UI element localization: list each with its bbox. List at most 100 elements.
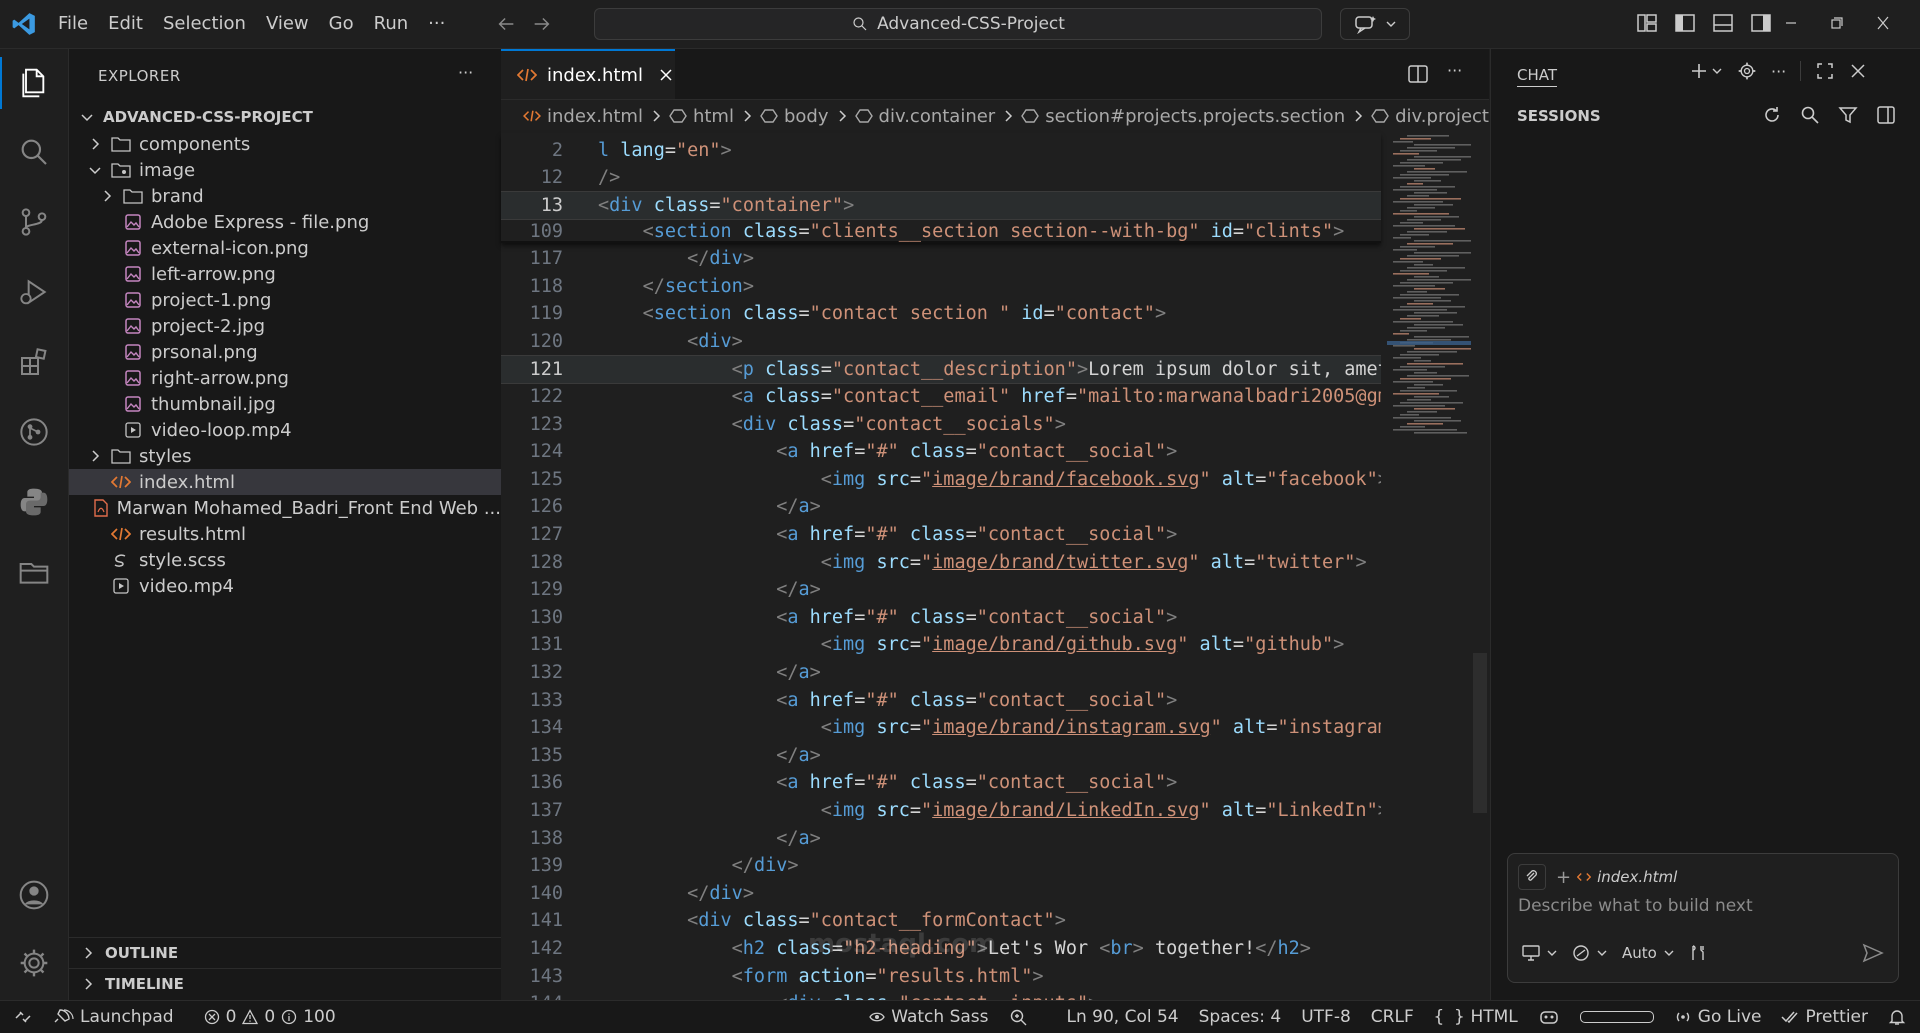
tree-item[interactable]: index.html	[69, 469, 501, 495]
breadcrumb-item[interactable]: body	[760, 106, 849, 127]
toggle-secondary-sidebar-icon[interactable]	[1750, 12, 1772, 34]
code-line[interactable]: 138 </a>	[501, 825, 1381, 852]
customize-layout-icon[interactable]	[1636, 12, 1658, 34]
send-icon[interactable]	[1862, 942, 1884, 964]
tree-item[interactable]: right-arrow.png	[69, 365, 501, 391]
code-line[interactable]: 132 </a>	[501, 659, 1381, 686]
timeline-section[interactable]: TIMELINE	[69, 968, 501, 999]
code-line[interactable]: 131 <img src="image/brand/github.svg" al…	[501, 631, 1381, 658]
tree-item[interactable]: brand	[69, 183, 501, 209]
tree-item[interactable]: Marwan Mohamed_Badri_Front End Web ...	[69, 495, 501, 521]
tab-index-html[interactable]: index.html	[501, 49, 675, 99]
project-manager-icon[interactable]	[0, 544, 68, 600]
restore-icon[interactable]	[1830, 12, 1844, 34]
notifications-item[interactable]	[1878, 1001, 1920, 1033]
tree-item[interactable]: left-arrow.png	[69, 261, 501, 287]
extensions-icon[interactable]	[0, 334, 68, 390]
tree-item[interactable]: styles	[69, 443, 501, 469]
tree-item[interactable]: thumbnail.jpg	[69, 391, 501, 417]
code-line[interactable]: 140 </div>	[501, 880, 1381, 907]
split-editor-icon[interactable]	[1407, 63, 1429, 85]
tree-item[interactable]: components	[69, 131, 501, 157]
tree-item[interactable]: external-icon.png	[69, 235, 501, 261]
remote-indicator[interactable]	[0, 1001, 42, 1033]
chat-title[interactable]: CHAT	[1517, 66, 1558, 87]
code-view[interactable]: 117 </div> 118 </section> 119 <section cla…	[501, 133, 1381, 1000]
tree-item[interactable]: Adobe Express - file.png	[69, 209, 501, 235]
prettier-item[interactable]: Prettier	[1771, 1001, 1878, 1033]
code-line[interactable]: 13 <div class="container">	[501, 191, 1381, 220]
launchpad-item[interactable]: Launchpad	[42, 1001, 184, 1033]
language-mode[interactable]: { } HTML	[1424, 1001, 1528, 1033]
problems-item[interactable]: 0 0 100	[194, 1001, 346, 1033]
menu-go[interactable]: Go	[319, 0, 364, 48]
tree-item[interactable]: project-1.png	[69, 287, 501, 313]
go-live-item[interactable]: Go Live	[1664, 1001, 1772, 1033]
tree-item[interactable]: results.html	[69, 521, 501, 547]
toggle-panel-icon[interactable]	[1712, 12, 1734, 34]
toggle-primary-sidebar-icon[interactable]	[1674, 12, 1696, 34]
code-line[interactable]: 141 <div class="contact__formContact">	[501, 907, 1381, 934]
chat-prompt-placeholder[interactable]: Describe what to build next	[1518, 896, 1753, 916]
settings-gear-icon[interactable]	[0, 935, 68, 991]
copilot-button[interactable]	[1340, 8, 1410, 40]
code-line[interactable]: 120 <div>	[501, 328, 1381, 355]
refresh-icon[interactable]	[1762, 105, 1782, 125]
vertical-scrollbar[interactable]	[1471, 133, 1489, 1000]
breadcrumb-item[interactable]: div.container	[854, 106, 1016, 127]
code-line[interactable]: 133 <a href="#" class="contact__social">	[501, 687, 1381, 714]
zoom-item[interactable]	[999, 1001, 1037, 1033]
editor-more-button[interactable]: ···	[1447, 61, 1462, 80]
code-line[interactable]: 123 <div class="contact__socials">	[501, 411, 1381, 438]
code-line[interactable]: 118 </section>	[501, 273, 1381, 300]
breadcrumb-item[interactable]: section#projects.projects.section	[1021, 106, 1365, 127]
source-control-icon[interactable]	[0, 194, 68, 250]
code-line[interactable]: 139 </div>	[501, 852, 1381, 879]
copilot-status[interactable]	[1528, 1001, 1570, 1033]
python-icon[interactable]	[0, 474, 68, 530]
menu-edit[interactable]: Edit	[98, 0, 153, 48]
maximize-icon[interactable]	[1815, 61, 1835, 81]
tree-item[interactable]: image	[69, 157, 501, 183]
accounts-icon[interactable]	[0, 867, 68, 923]
indentation[interactable]: Spaces: 4	[1189, 1001, 1292, 1033]
tree-item[interactable]: video-loop.mp4	[69, 417, 501, 443]
watch-sass-item[interactable]: Watch Sass	[859, 1001, 998, 1033]
context-file-chip[interactable]: + index.html	[1556, 867, 1677, 888]
menu-selection[interactable]: Selection	[153, 0, 256, 48]
cursor-position[interactable]: Ln 90, Col 54	[1057, 1001, 1189, 1033]
menu-run[interactable]: Run	[364, 0, 419, 48]
menu-file[interactable]: File	[48, 0, 98, 48]
tree-item[interactable]: project-2.jpg	[69, 313, 501, 339]
chevron-down-icon[interactable]	[1711, 65, 1723, 77]
code-line[interactable]: 125 <img src="image/brand/facebook.svg" …	[501, 466, 1381, 493]
chat-more-button[interactable]: ···	[1771, 62, 1786, 81]
minimize-icon[interactable]	[1784, 12, 1798, 34]
command-center-search[interactable]: Advanced-CSS-Project	[594, 8, 1322, 40]
back-arrow-icon[interactable]	[495, 13, 517, 35]
code-line[interactable]: 117 </div>	[501, 245, 1381, 272]
code-line[interactable]: 109 <section class="clients__section sec…	[501, 218, 1381, 245]
model-picker[interactable]: Auto	[1622, 944, 1675, 962]
new-chat-icon[interactable]	[1689, 61, 1709, 81]
code-line[interactable]: 2 l lang="en">	[501, 137, 1381, 164]
tree-item[interactable]: style.scss	[69, 547, 501, 573]
close-tab-icon[interactable]	[659, 68, 673, 82]
chat-settings-gear-icon[interactable]	[1737, 61, 1757, 81]
tree-item[interactable]: prsonal.png	[69, 339, 501, 365]
toggle-sessions-sidebar-icon[interactable]	[1876, 105, 1896, 125]
chat-input-box[interactable]: + index.html Describe what to build next…	[1507, 853, 1899, 983]
code-line[interactable]: 128 <img src="image/brand/twitter.svg" a…	[501, 549, 1381, 576]
explorer-icon[interactable]	[0, 55, 68, 111]
menu-view[interactable]: View	[256, 0, 319, 48]
code-line[interactable]: 143 <form action="results.html">	[501, 963, 1381, 990]
code-line[interactable]: 12 />	[501, 164, 1381, 191]
tree-item[interactable]: video.mp4	[69, 573, 501, 599]
code-line[interactable]: 135 </a>	[501, 742, 1381, 769]
search-sessions-icon[interactable]	[1800, 105, 1820, 125]
code-line[interactable]: 134 <img src="image/brand/instagram.svg"…	[501, 714, 1381, 741]
close-window-icon[interactable]	[1876, 12, 1890, 34]
code-line[interactable]: 121 <p class="contact__description">Lore…	[501, 355, 1381, 385]
breadcrumb-item[interactable]: html	[669, 106, 754, 127]
code-line[interactable]: 127 <a href="#" class="contact__social">	[501, 521, 1381, 548]
